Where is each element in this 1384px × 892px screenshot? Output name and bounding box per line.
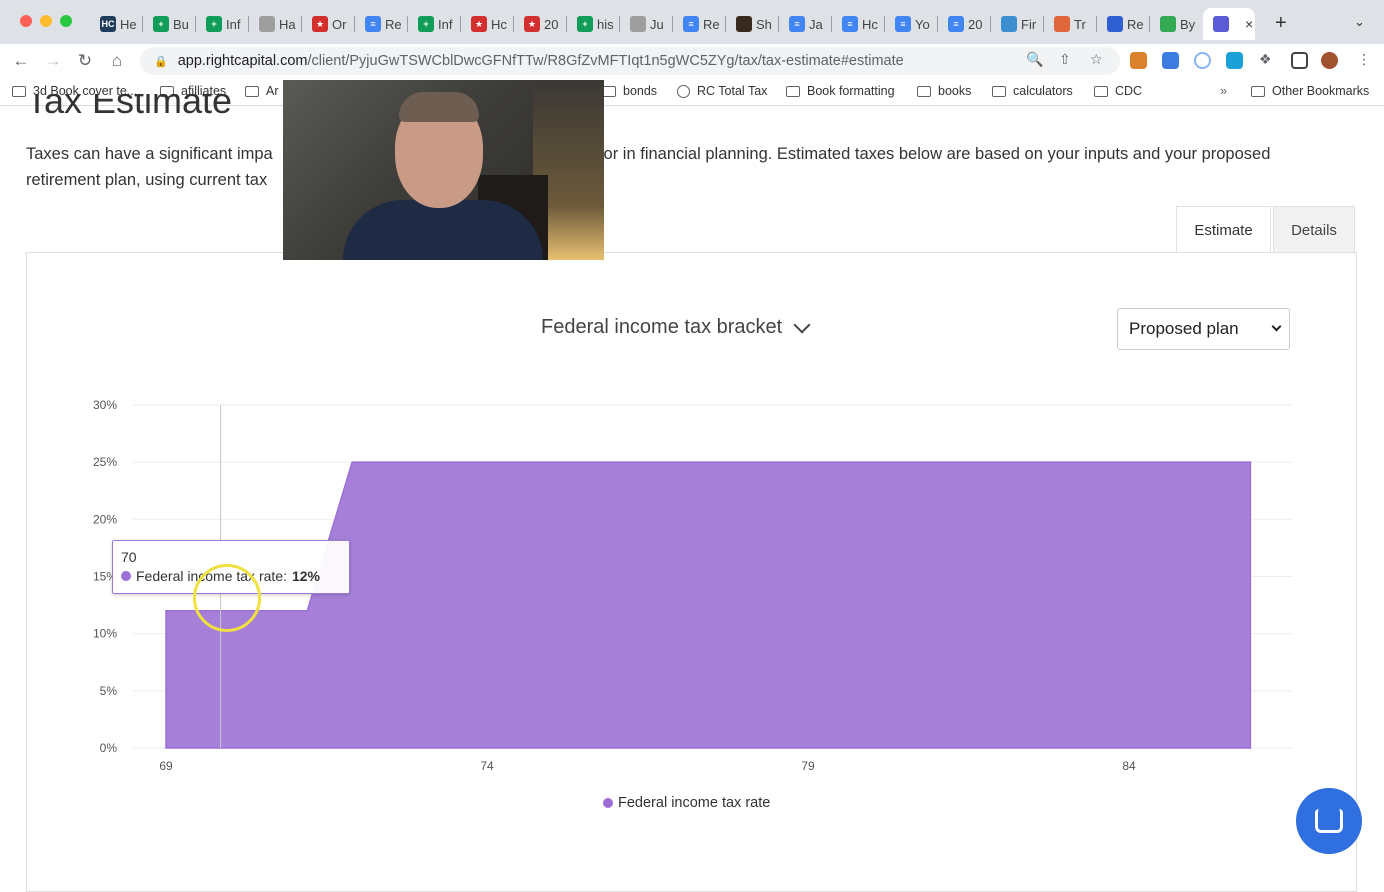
y-tick-label: 0% bbox=[100, 741, 118, 755]
y-tick-label: 10% bbox=[93, 627, 117, 641]
chat-launcher-button[interactable] bbox=[1296, 788, 1362, 854]
area-series-federal-income-tax-rate bbox=[165, 461, 1252, 749]
chart-legend[interactable]: Federal income tax rate bbox=[603, 795, 770, 811]
tooltip-x: 70 bbox=[121, 549, 137, 565]
x-tick-label: 69 bbox=[159, 759, 173, 773]
tax-bracket-chart: 0%5%10%15%20%25%30%69 74 79 84 bbox=[93, 398, 1292, 773]
y-tick-label: 20% bbox=[93, 512, 117, 526]
tooltip-dot-icon bbox=[121, 571, 131, 581]
y-tick-label: 5% bbox=[100, 684, 118, 698]
x-tick-label: 79 bbox=[801, 759, 815, 773]
webcam-person bbox=[343, 200, 543, 260]
tooltip-value: 12% bbox=[291, 568, 320, 584]
y-tick-label: 30% bbox=[93, 398, 117, 412]
webcam-overlay bbox=[283, 80, 604, 260]
x-tick-label: 84 bbox=[1122, 759, 1136, 773]
cursor-highlight bbox=[193, 564, 261, 632]
legend-dot-icon bbox=[603, 798, 613, 808]
chat-icon bbox=[1315, 809, 1343, 833]
webcam-person bbox=[399, 92, 479, 122]
legend-label: Federal income tax rate bbox=[618, 795, 771, 811]
x-tick-label: 74 bbox=[480, 759, 494, 773]
y-tick-label: 25% bbox=[93, 455, 117, 469]
